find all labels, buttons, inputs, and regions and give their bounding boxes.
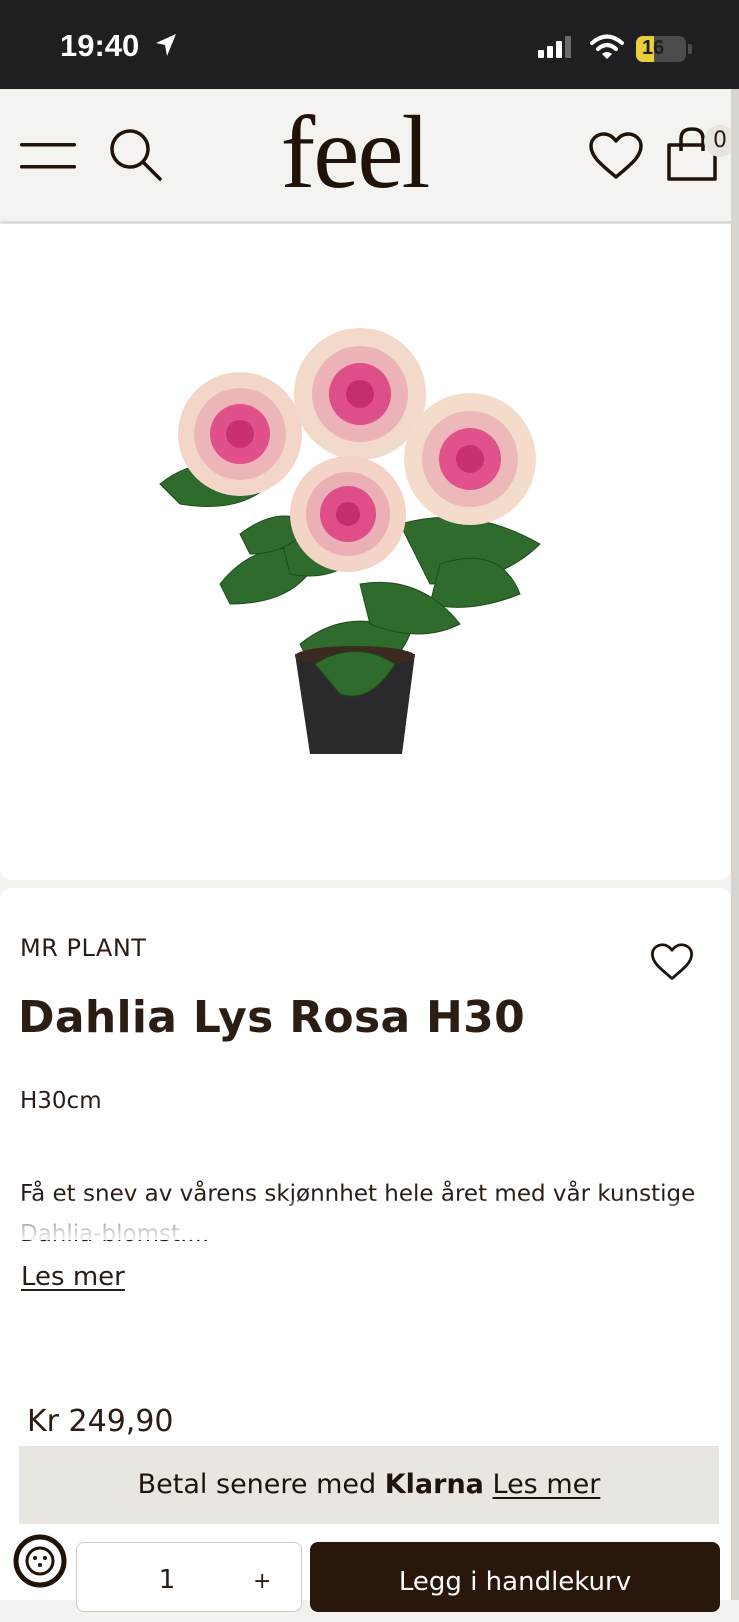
product-brand[interactable]: MR PLANT	[20, 934, 146, 962]
heart-icon[interactable]	[588, 131, 644, 181]
support-chat-icon[interactable]	[12, 1533, 68, 1589]
status-time: 19:40	[60, 28, 140, 63]
description-fade	[0, 1200, 731, 1240]
add-to-cart-button[interactable]: Legg i handlekurv	[310, 1542, 720, 1612]
klarna-banner[interactable]: Betal senere med Klarna Les mer	[19, 1446, 719, 1524]
product-info-card: MR PLANT Dahlia Lys Rosa H30 H30cm Få et…	[0, 888, 731, 1612]
status-bar: 19:40 16	[0, 0, 739, 89]
location-arrow-icon	[156, 34, 176, 56]
product-title: Dahlia Lys Rosa H30	[18, 992, 526, 1043]
product-image[interactable]	[140, 284, 580, 754]
product-size: H30cm	[20, 1088, 102, 1114]
quantity-plus-button[interactable]: +	[253, 1569, 271, 1594]
product-price: Kr 249,90	[27, 1404, 174, 1439]
cellular-signal-icon	[538, 36, 571, 58]
quantity-value[interactable]: 1	[147, 1565, 187, 1595]
battery-nub	[688, 44, 692, 54]
product-image-card	[0, 224, 731, 880]
heart-icon[interactable]	[650, 942, 694, 982]
quantity-stepper[interactable]: 1 +	[76, 1542, 302, 1612]
read-more-link[interactable]: Les mer	[21, 1262, 125, 1292]
battery-charging-icon: 16	[636, 36, 686, 62]
battery-level-text: 16	[642, 37, 665, 59]
wifi-icon	[590, 34, 624, 59]
page-scrollbar[interactable]	[731, 89, 739, 1600]
site-header: feel 0	[0, 89, 739, 221]
klarna-read-more-link[interactable]: Les mer	[493, 1469, 601, 1500]
klarna-prefix: Betal senere med	[137, 1469, 385, 1500]
klarna-brand: Klarna	[384, 1469, 484, 1500]
